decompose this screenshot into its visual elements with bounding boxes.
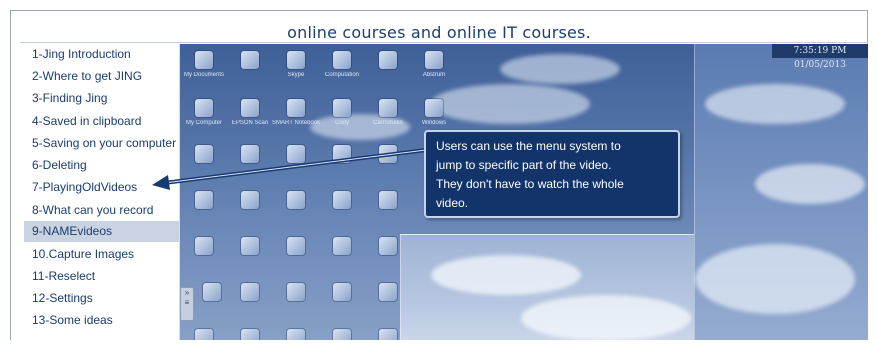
callout-line: Users can use the menu system to — [436, 139, 621, 153]
callout-box: Users can use the menu system to jump to… — [424, 130, 680, 218]
bottom-strip — [10, 340, 868, 350]
arrow-highlight — [163, 149, 427, 184]
callout-line: They don't have to watch the whole — [436, 177, 624, 191]
callout-line: video. — [436, 196, 469, 210]
arrow-head — [152, 175, 170, 190]
callout-line: jump to specific part of the video. — [436, 158, 612, 172]
